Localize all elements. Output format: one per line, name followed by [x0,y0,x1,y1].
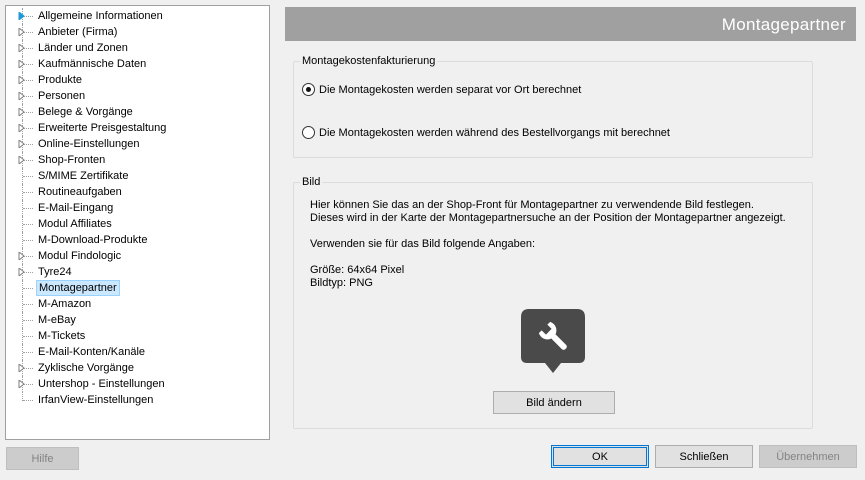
tree-connector [23,208,33,209]
expand-triangle-icon[interactable] [18,76,26,84]
tree-item-label[interactable]: Allgemeine Informationen [36,8,165,24]
tree-item-label[interactable]: M-Amazon [36,296,93,312]
tree-item[interactable]: M-Tickets [6,328,269,344]
tree-item[interactable]: M-eBay [6,312,269,328]
tree-connector [23,320,33,321]
expand-triangle-icon[interactable] [18,364,26,372]
expand-triangle-icon[interactable] [18,140,26,148]
tree-item-label[interactable]: Modul Affiliates [36,216,114,232]
tree-item[interactable]: Belege & Vorgänge [6,104,269,120]
tree-item[interactable]: M-Amazon [6,296,269,312]
tree-item[interactable]: Shop-Fronten [6,152,269,168]
image-size: Größe: 64x64 Pixel [310,264,405,276]
tree-connector [23,192,33,193]
expand-triangle-icon[interactable] [18,252,26,260]
expand-triangle-icon[interactable] [18,92,26,100]
tree-item-label[interactable]: M-Tickets [36,328,87,344]
expand-triangle-icon[interactable] [18,268,26,276]
page-title: Montagepartner [285,7,856,41]
expand-triangle-icon[interactable] [18,44,26,52]
tree-connector [23,240,33,241]
tree-item[interactable]: M-Download-Produkte [6,232,269,248]
radio-order-label[interactable]: Die Montagekosten werden während des Bes… [319,126,670,140]
tree-item[interactable]: Produkte [6,72,269,88]
tree-item[interactable]: Montagepartner [6,280,269,296]
tree-item[interactable]: Untershop - Einstellungen [6,376,269,392]
image-description-line1: Hier können Sie das an der Shop-Front fü… [310,199,754,211]
settings-tree[interactable]: Allgemeine Informationen Anbieter (Firma)… [5,5,270,440]
help-button[interactable]: Hilfe [6,447,79,470]
tree-item-label[interactable]: Produkte [36,72,84,88]
billing-group: Montagekostenfakturierung Die Montagekos… [293,55,813,158]
tree-item[interactable]: Erweiterte Preisgestaltung [6,120,269,136]
tree-connector [23,224,33,225]
tree-item[interactable]: Tyre24 [6,264,269,280]
image-group-title: Bild [300,176,323,189]
tree-connector [23,400,33,401]
tree-item-label[interactable]: Shop-Fronten [36,152,107,168]
tree-item[interactable]: Personen [6,88,269,104]
tree-item-label[interactable]: Montagepartner [36,280,120,296]
tree-item[interactable]: E-Mail-Eingang [6,200,269,216]
billing-group-title: Montagekostenfakturierung [300,55,438,68]
tree-item[interactable]: E-Mail-Konten/Kanäle [6,344,269,360]
close-button[interactable]: Schließen [655,445,753,468]
image-type: Bildtyp: PNG [310,277,373,289]
image-description-line2: Dieses wird in der Karte der Montagepart… [310,212,786,224]
tree-item[interactable]: Allgemeine Informationen [6,8,269,24]
radio-onsite-label[interactable]: Die Montagekosten werden separat vor Ort… [319,83,581,97]
tree-item-label[interactable]: Kaufmännische Daten [36,56,148,72]
change-image-button[interactable]: Bild ändern [493,391,615,414]
tree-connector [23,336,33,337]
tree-item[interactable]: S/MIME Zertifikate [6,168,269,184]
tree-item[interactable]: Routineaufgaben [6,184,269,200]
radio-order[interactable] [302,126,315,139]
tree-connector [23,352,33,353]
expand-triangle-icon[interactable] [18,156,26,164]
tree-item-label[interactable]: Anbieter (Firma) [36,24,119,40]
expand-triangle-icon[interactable] [18,108,26,116]
tree-item-label[interactable]: S/MIME Zertifikate [36,168,130,184]
ok-button[interactable]: OK [551,445,649,468]
tree-item-label[interactable]: Zyklische Vorgänge [36,360,136,376]
tree-item[interactable]: Online-Einstellungen [6,136,269,152]
radio-onsite[interactable] [302,83,315,96]
expand-triangle-icon[interactable] [18,124,26,132]
tree-item-label[interactable]: Online-Einstellungen [36,136,142,152]
tree-item[interactable]: Kaufmännische Daten [6,56,269,72]
tree-item-label[interactable]: Modul Findologic [36,248,123,264]
tree-item[interactable]: Zyklische Vorgänge [6,360,269,376]
expand-triangle-icon[interactable] [18,60,26,68]
tree-item[interactable]: Modul Findologic [6,248,269,264]
tree-item-label[interactable]: E-Mail-Konten/Kanäle [36,344,147,360]
tree-item-label[interactable]: Tyre24 [36,264,74,280]
tree-item[interactable]: Modul Affiliates [6,216,269,232]
tree-item[interactable]: IrfanView-Einstellungen [6,392,269,408]
tree-item-label[interactable]: Routineaufgaben [36,184,124,200]
tree-connector [23,288,33,289]
tree-item-label[interactable]: Personen [36,88,87,104]
expand-triangle-icon[interactable] [18,28,26,36]
tree-item-label[interactable]: Erweiterte Preisgestaltung [36,120,168,136]
tree-item-label[interactable]: E-Mail-Eingang [36,200,115,216]
wrench-map-marker-icon [521,309,585,373]
image-group: Bild Hier können Sie das an der Shop-Fro… [293,176,813,429]
image-requirements-intro: Verwenden sie für das Bild folgende Anga… [310,238,536,250]
tree-item-label[interactable]: M-eBay [36,312,78,328]
tree-item-label[interactable]: M-Download-Produkte [36,232,149,248]
tree-item-label[interactable]: Länder und Zonen [36,40,130,56]
expand-triangle-icon[interactable] [18,380,26,388]
tree-item[interactable]: Anbieter (Firma) [6,24,269,40]
tree-item[interactable]: Länder und Zonen [6,40,269,56]
tree-connector [23,304,33,305]
expand-triangle-icon[interactable] [18,12,26,20]
tree-item-label[interactable]: Belege & Vorgänge [36,104,135,120]
tree-connector [23,176,33,177]
apply-button[interactable]: Übernehmen [759,445,857,468]
tree-item-label[interactable]: IrfanView-Einstellungen [36,392,155,408]
tree-item-label[interactable]: Untershop - Einstellungen [36,376,167,392]
